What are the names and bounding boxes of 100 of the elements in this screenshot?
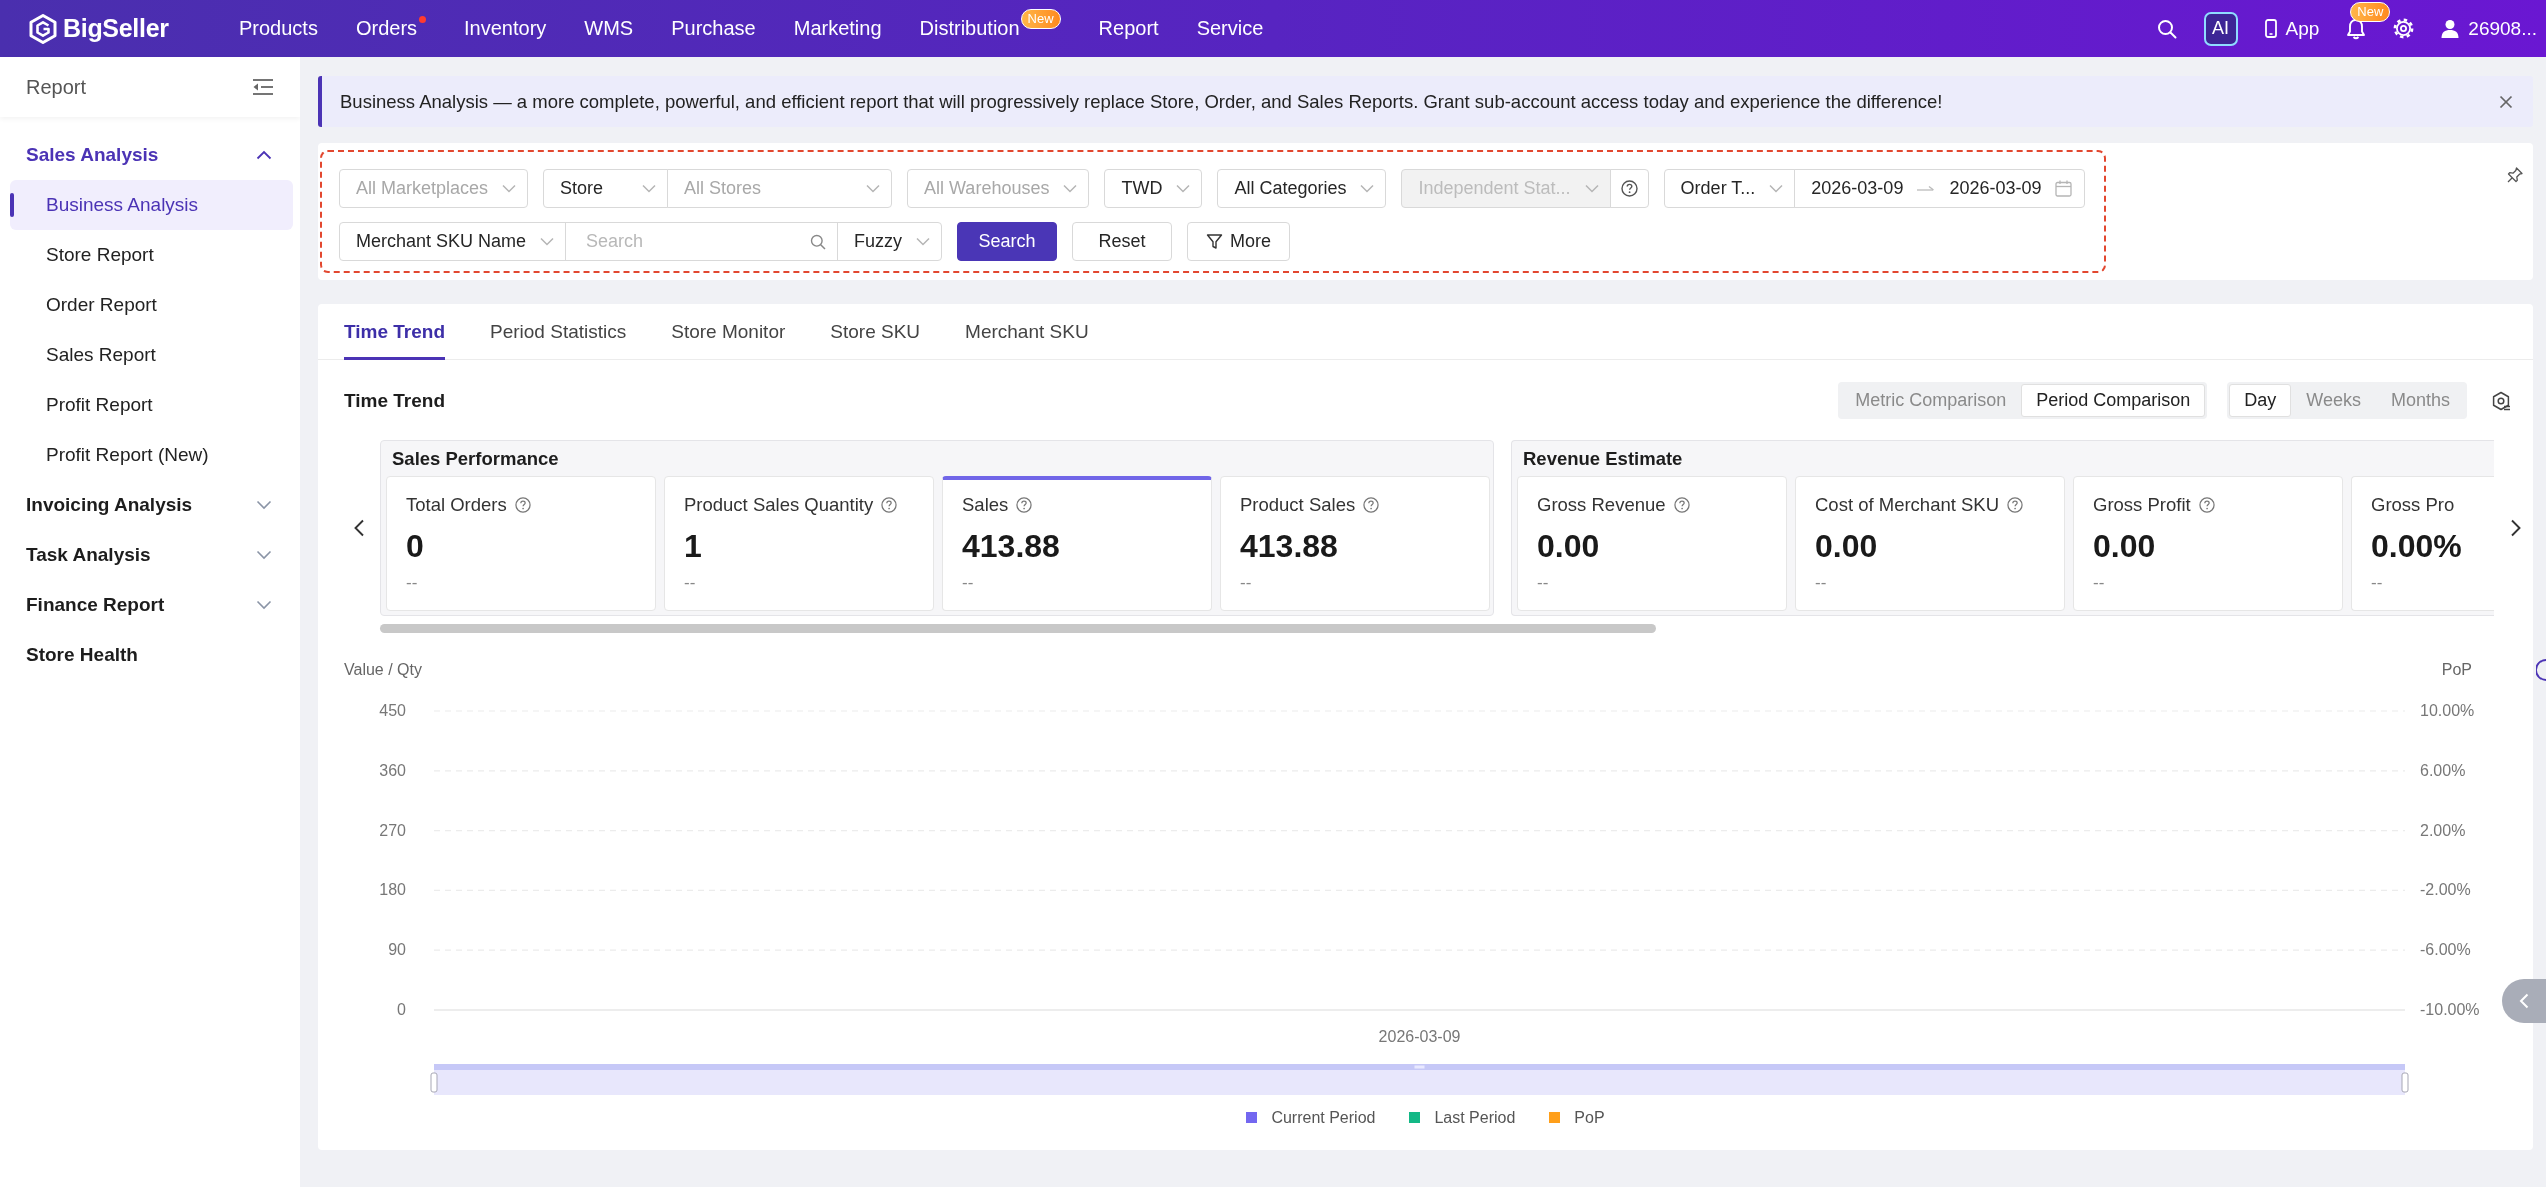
help-button[interactable] (1609, 169, 1649, 208)
new-badge: New (1020, 8, 1061, 29)
help-icon[interactable] (2007, 497, 2024, 513)
dropdown[interactable]: Order T... (1663, 169, 1796, 208)
more-filters-button[interactable]: More (1187, 222, 1291, 261)
chevron-down-icon (642, 184, 657, 193)
search-icon[interactable] (2156, 18, 2177, 39)
dropdown[interactable]: Store (543, 169, 669, 208)
menu-group[interactable]: Finance Report (0, 580, 300, 630)
metric-card[interactable]: Gross Profit 0.00 -- (2073, 476, 2343, 611)
collapse-panel-button[interactable] (2502, 979, 2546, 1023)
tab[interactable]: Merchant SKU (965, 304, 1089, 360)
settings-icon[interactable] (2491, 390, 2511, 411)
legend-item[interactable]: PoP (1549, 1108, 1605, 1127)
menu-group[interactable]: Sales Analysis (0, 130, 300, 180)
help-icon[interactable] (1363, 497, 1380, 513)
action-button[interactable]: Reset (1072, 222, 1173, 261)
arrow-right-icon (1917, 184, 1936, 193)
action-button[interactable]: Search (957, 222, 1058, 261)
menu-item[interactable]: Sales Report (10, 330, 293, 380)
menu-group[interactable]: Invoicing Analysis (0, 480, 300, 530)
axis-title: Value / Qty (344, 661, 422, 678)
nav-link[interactable]: WMS (584, 7, 634, 50)
account-link[interactable]: 26908... (2441, 17, 2537, 40)
tab[interactable]: Store Monitor (671, 304, 786, 360)
help-icon[interactable] (514, 497, 531, 513)
tab[interactable]: Store SKU (830, 304, 921, 360)
help-icon[interactable] (881, 497, 898, 513)
help-icon[interactable] (1673, 497, 1690, 513)
metric-value: 0.00 (1537, 527, 1601, 566)
chevron-right-icon[interactable] (2510, 519, 2522, 537)
menu-item[interactable]: Business Analysis (10, 180, 293, 230)
horizontal-scrollbar[interactable] (380, 623, 1656, 633)
nav-link[interactable]: Service (1196, 7, 1264, 50)
axis-tick-label: 270 (379, 821, 406, 839)
date-range-field[interactable]: 2026-03-09 2026-03-09 (1794, 169, 2086, 208)
collapse-menu-icon[interactable] (252, 78, 274, 96)
axis-tick-label: -6.00% (2420, 941, 2471, 959)
tab[interactable]: Time Trend (344, 304, 445, 360)
section-title: Time Trend (344, 389, 445, 412)
nav-link[interactable]: Purchase (671, 7, 756, 50)
nav-link[interactable]: Report (1098, 7, 1159, 50)
legend-item[interactable]: Last Period (1409, 1108, 1516, 1127)
metric-change: -- (1815, 572, 1828, 594)
sidebar-title: Report (26, 75, 87, 99)
axis-tick-label: -2.00% (2420, 881, 2471, 899)
axis-tick-label: 180 (379, 881, 406, 899)
nav-link[interactable]: Orders (355, 7, 427, 50)
menu-group[interactable]: Store Health (0, 630, 300, 680)
search-field[interactable]: Search (565, 222, 839, 261)
metric-label: Gross Pro (2371, 493, 2455, 517)
toggle-option[interactable]: Day (2229, 384, 2292, 417)
hexagon-logo-icon[interactable] (29, 13, 57, 44)
menu-item[interactable]: Store Report (10, 230, 293, 280)
metric-card[interactable]: Product Sales Quantity 1 -- (664, 476, 934, 611)
nav-link[interactable]: Distribution New (919, 7, 1061, 50)
nav-link[interactable]: Products (239, 7, 318, 50)
dropdown[interactable]: Fuzzy (837, 222, 943, 261)
metric-card[interactable]: Gross Revenue 0.00 -- (1517, 476, 1787, 611)
pin-icon[interactable] (2507, 167, 2523, 183)
metric-value: 0.00 (1815, 527, 1879, 566)
metric-group-title: Revenue Estimate (1522, 446, 1684, 471)
ai-button[interactable]: AI (2203, 11, 2238, 46)
dropdown[interactable]: All Categories (1217, 169, 1387, 208)
chevron-down-icon (1584, 184, 1599, 193)
nav-link[interactable]: Inventory (464, 7, 547, 50)
axis-tick-label: 450 (379, 702, 406, 719)
menu-group[interactable]: Task Analysis (0, 530, 300, 580)
slider-handle[interactable] (430, 1072, 438, 1093)
chevron-down-icon (502, 184, 517, 193)
metric-card[interactable]: Cost of Merchant SKU 0.00 -- (1795, 476, 2065, 611)
slider-handle[interactable] (2401, 1072, 2409, 1093)
close-icon[interactable] (2499, 94, 2513, 109)
range-slider[interactable] (430, 1064, 2409, 1095)
dropdown[interactable]: Merchant SKU Name (339, 222, 567, 261)
tab[interactable]: Period Statistics (490, 304, 627, 360)
metric-label: Total Orders (406, 493, 507, 517)
help-icon[interactable] (2198, 497, 2215, 513)
axis-title: PoP (2441, 661, 2472, 678)
metric-card[interactable]: Total Orders 0 -- (386, 476, 656, 611)
menu-item[interactable]: Profit Report (New) (10, 430, 293, 480)
menu-item[interactable]: Profit Report (10, 380, 293, 430)
menu-item[interactable]: Order Report (10, 280, 293, 330)
metric-card[interactable]: Gross Pro 0.00% -- (2351, 476, 2494, 611)
nav-link[interactable]: Marketing (793, 7, 882, 50)
metric-label: Gross Profit (2093, 493, 2191, 517)
metric-value: 0.00% (2371, 527, 2463, 566)
metric-card[interactable]: Product Sales 413.88 -- (1220, 476, 1490, 611)
chevron-down-icon (1360, 184, 1375, 193)
toggle-option[interactable]: Period Comparison (2021, 384, 2206, 417)
axis-tick-label: 2.00% (2420, 821, 2466, 839)
help-icon[interactable] (1016, 497, 1033, 513)
axis-tick-label: 90 (388, 941, 406, 959)
chevron-left-icon[interactable] (353, 519, 365, 537)
search-icon (810, 233, 827, 250)
app-link[interactable]: App (2264, 17, 2320, 40)
metric-label: Product Sales (1240, 493, 1356, 517)
dropdown[interactable]: TWD (1104, 169, 1203, 208)
legend-item[interactable]: Current Period (1246, 1108, 1376, 1127)
metric-card[interactable]: Sales 413.88 -- (942, 476, 1212, 611)
